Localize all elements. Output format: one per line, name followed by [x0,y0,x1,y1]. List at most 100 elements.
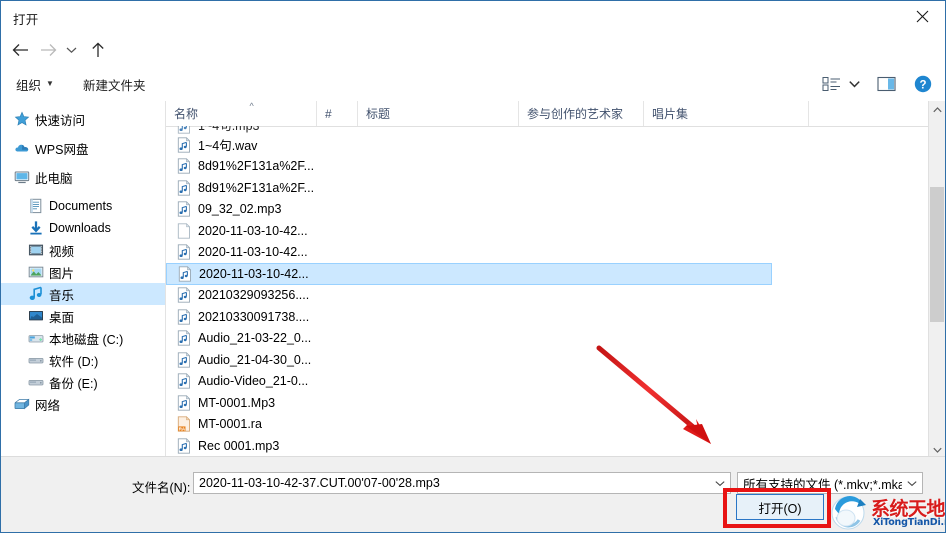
open-button[interactable]: 打开(O) [736,494,824,520]
sidebar-item-label: 本地磁盘 (C:) [49,332,124,347]
sidebar-item-11[interactable]: 备份 (E:) [1,371,165,393]
music-file-icon [176,158,192,174]
sidebar-item-12[interactable]: 网络 [1,393,165,415]
view-options-dropdown[interactable] [846,73,862,95]
sidebar-item-7[interactable]: 音乐 [1,283,165,305]
column-header-0[interactable]: 名称 ^ [166,101,317,126]
blank-file-icon [176,222,192,239]
table-row[interactable]: Rec 0001.mp3 [166,435,945,457]
table-row[interactable]: 1~4句.wav [166,134,945,156]
sidebar-item-3[interactable]: Documents [1,195,165,217]
chevron-down-icon [907,480,917,486]
filetype-select[interactable]: 所有支持的文件 (*.mkv;*.mka; [737,472,923,494]
column-header-label: 名称 [174,107,199,121]
svg-text:RA: RA [179,427,186,432]
file-name: 2020-11-03-10-42... [198,245,308,260]
music-file-icon [177,201,191,217]
sidebar-item-8[interactable]: 桌面 [1,305,165,327]
sidebar-item-4[interactable]: Downloads [1,217,165,239]
view-options-button[interactable] [819,73,845,95]
drive-icon [28,380,44,386]
sidebar-item-label: 视频 [49,244,75,259]
filename-input[interactable] [194,475,710,491]
filename-dropdown-button[interactable] [710,480,730,487]
table-row[interactable]: Audio_21-03-22_0... [166,328,945,350]
music-file-icon [176,351,192,368]
vertical-scrollbar[interactable] [928,101,945,458]
music-file-icon [177,265,193,282]
table-row[interactable]: Audio_21-04-30_0... [166,349,945,371]
file-name: 20210329093256.... [198,288,310,303]
forward-button[interactable] [35,37,61,63]
preview-pane-button[interactable] [874,73,900,95]
navigation-bar: › 此电脑 › 音乐 › [1,32,945,92]
sidebar-item-label: 图片 [49,266,75,281]
sidebar-item-1[interactable]: WPS网盘 [1,137,165,159]
music-file-icon [176,437,192,454]
organize-label: 组织 [16,78,42,93]
up-button[interactable] [85,37,111,63]
recent-locations-button[interactable] [61,37,81,63]
table-row[interactable]: 20210329093256.... [166,285,945,307]
table-row[interactable]: RA MT-0001.ra [166,414,945,436]
close-button[interactable] [899,1,945,32]
chevron-down-icon [715,480,725,486]
music-file-icon [177,308,191,325]
music-icon [27,286,45,302]
navigation-sidebar[interactable]: 快速访问 WPS网盘此电脑 Documents Downloads 视频图片音乐 桌面本地… [1,101,166,458]
table-row[interactable]: MT-0001.Mp3 [166,392,945,414]
sidebar-item-6[interactable]: 图片 [1,261,165,283]
file-name: Audio_21-04-30_0... [198,352,312,367]
file-name: 2020-11-03-10-42... [198,223,308,238]
scroll-up-button[interactable] [929,101,945,118]
table-row[interactable]: Audio-Video_21-0... [166,371,945,393]
column-header-4[interactable]: 唱片集 [644,101,809,126]
new-folder-button[interactable]: 新建文件夹 [83,74,146,94]
music-file-icon [176,126,192,134]
table-row[interactable]: 09_32_02.mp3 [166,199,945,221]
blank-file-icon [177,222,191,239]
table-row[interactable]: 20210330091738.... [166,306,945,328]
sidebar-item-0[interactable]: 快速访问 [1,108,165,130]
back-button[interactable] [7,37,33,63]
help-button[interactable]: ? [911,73,935,95]
toolbar: 组织 ▼ 新建文件夹 ? [1,67,945,102]
column-header-2[interactable]: 标题 [358,101,519,126]
music-file-icon [177,437,191,454]
table-row[interactable]: 8d91%2F131a%2F... [166,177,945,199]
sidebar-item-label: 此电脑 [35,171,73,186]
table-row[interactable]: 8d91%2F131a%2F... [166,156,945,178]
music-icon [29,286,42,300]
column-header-1[interactable]: # [317,101,358,126]
drive-icon [27,352,45,368]
desktop-icon [29,311,43,321]
sidebar-item-9[interactable]: 本地磁盘 (C:) [1,327,165,349]
sidebar-item-5[interactable]: 视频 [1,239,165,261]
table-row[interactable]: 1~4句.mp3 [166,126,945,134]
table-row[interactable]: 2020-11-03-10-42... [166,220,945,242]
sidebar-item-2[interactable]: 此电脑 [1,166,165,188]
filename-label: 文件名(N): [132,481,191,495]
filename-field[interactable] [193,472,731,494]
download-icon [30,221,42,235]
chevron-down-icon [66,47,76,54]
sidebar-item-10[interactable]: 软件 (D:) [1,349,165,371]
file-rows[interactable]: 1~4句.mp3 1~4句.wav 8d91%2F131a%2F... 8d91%2F… [166,126,945,458]
music-file-icon [177,287,191,303]
open-file-dialog: 打开 搜索"音乐" 组织 ▼ 新建文件夹 ? 快速访问 WPS网盘 此电脑 Do… [0,0,946,533]
scrollbar-thumb[interactable] [930,187,944,322]
file-list-pane[interactable]: 名称 ^ # 标题 参与创作的艺术家 唱片集 1~4句.mp3 1~4句.wav 8d91%2… [166,101,945,458]
column-header-row[interactable]: 名称 ^ # 标题 参与创作的艺术家 唱片集 [166,101,945,127]
close-icon [916,10,928,23]
cloud-icon [15,144,29,152]
table-row[interactable]: 2020-11-03-10-42... [166,263,772,285]
music-file-icon [177,126,190,134]
sidebar-item-label: 快速访问 [35,113,86,128]
table-row[interactable]: 2020-11-03-10-42... [166,242,945,264]
filetype-dropdown-button[interactable] [902,480,922,487]
column-header-3[interactable]: 参与创作的艺术家 [519,101,644,126]
music-file-icon [176,244,192,260]
organize-button[interactable]: 组织 ▼ [16,74,54,94]
